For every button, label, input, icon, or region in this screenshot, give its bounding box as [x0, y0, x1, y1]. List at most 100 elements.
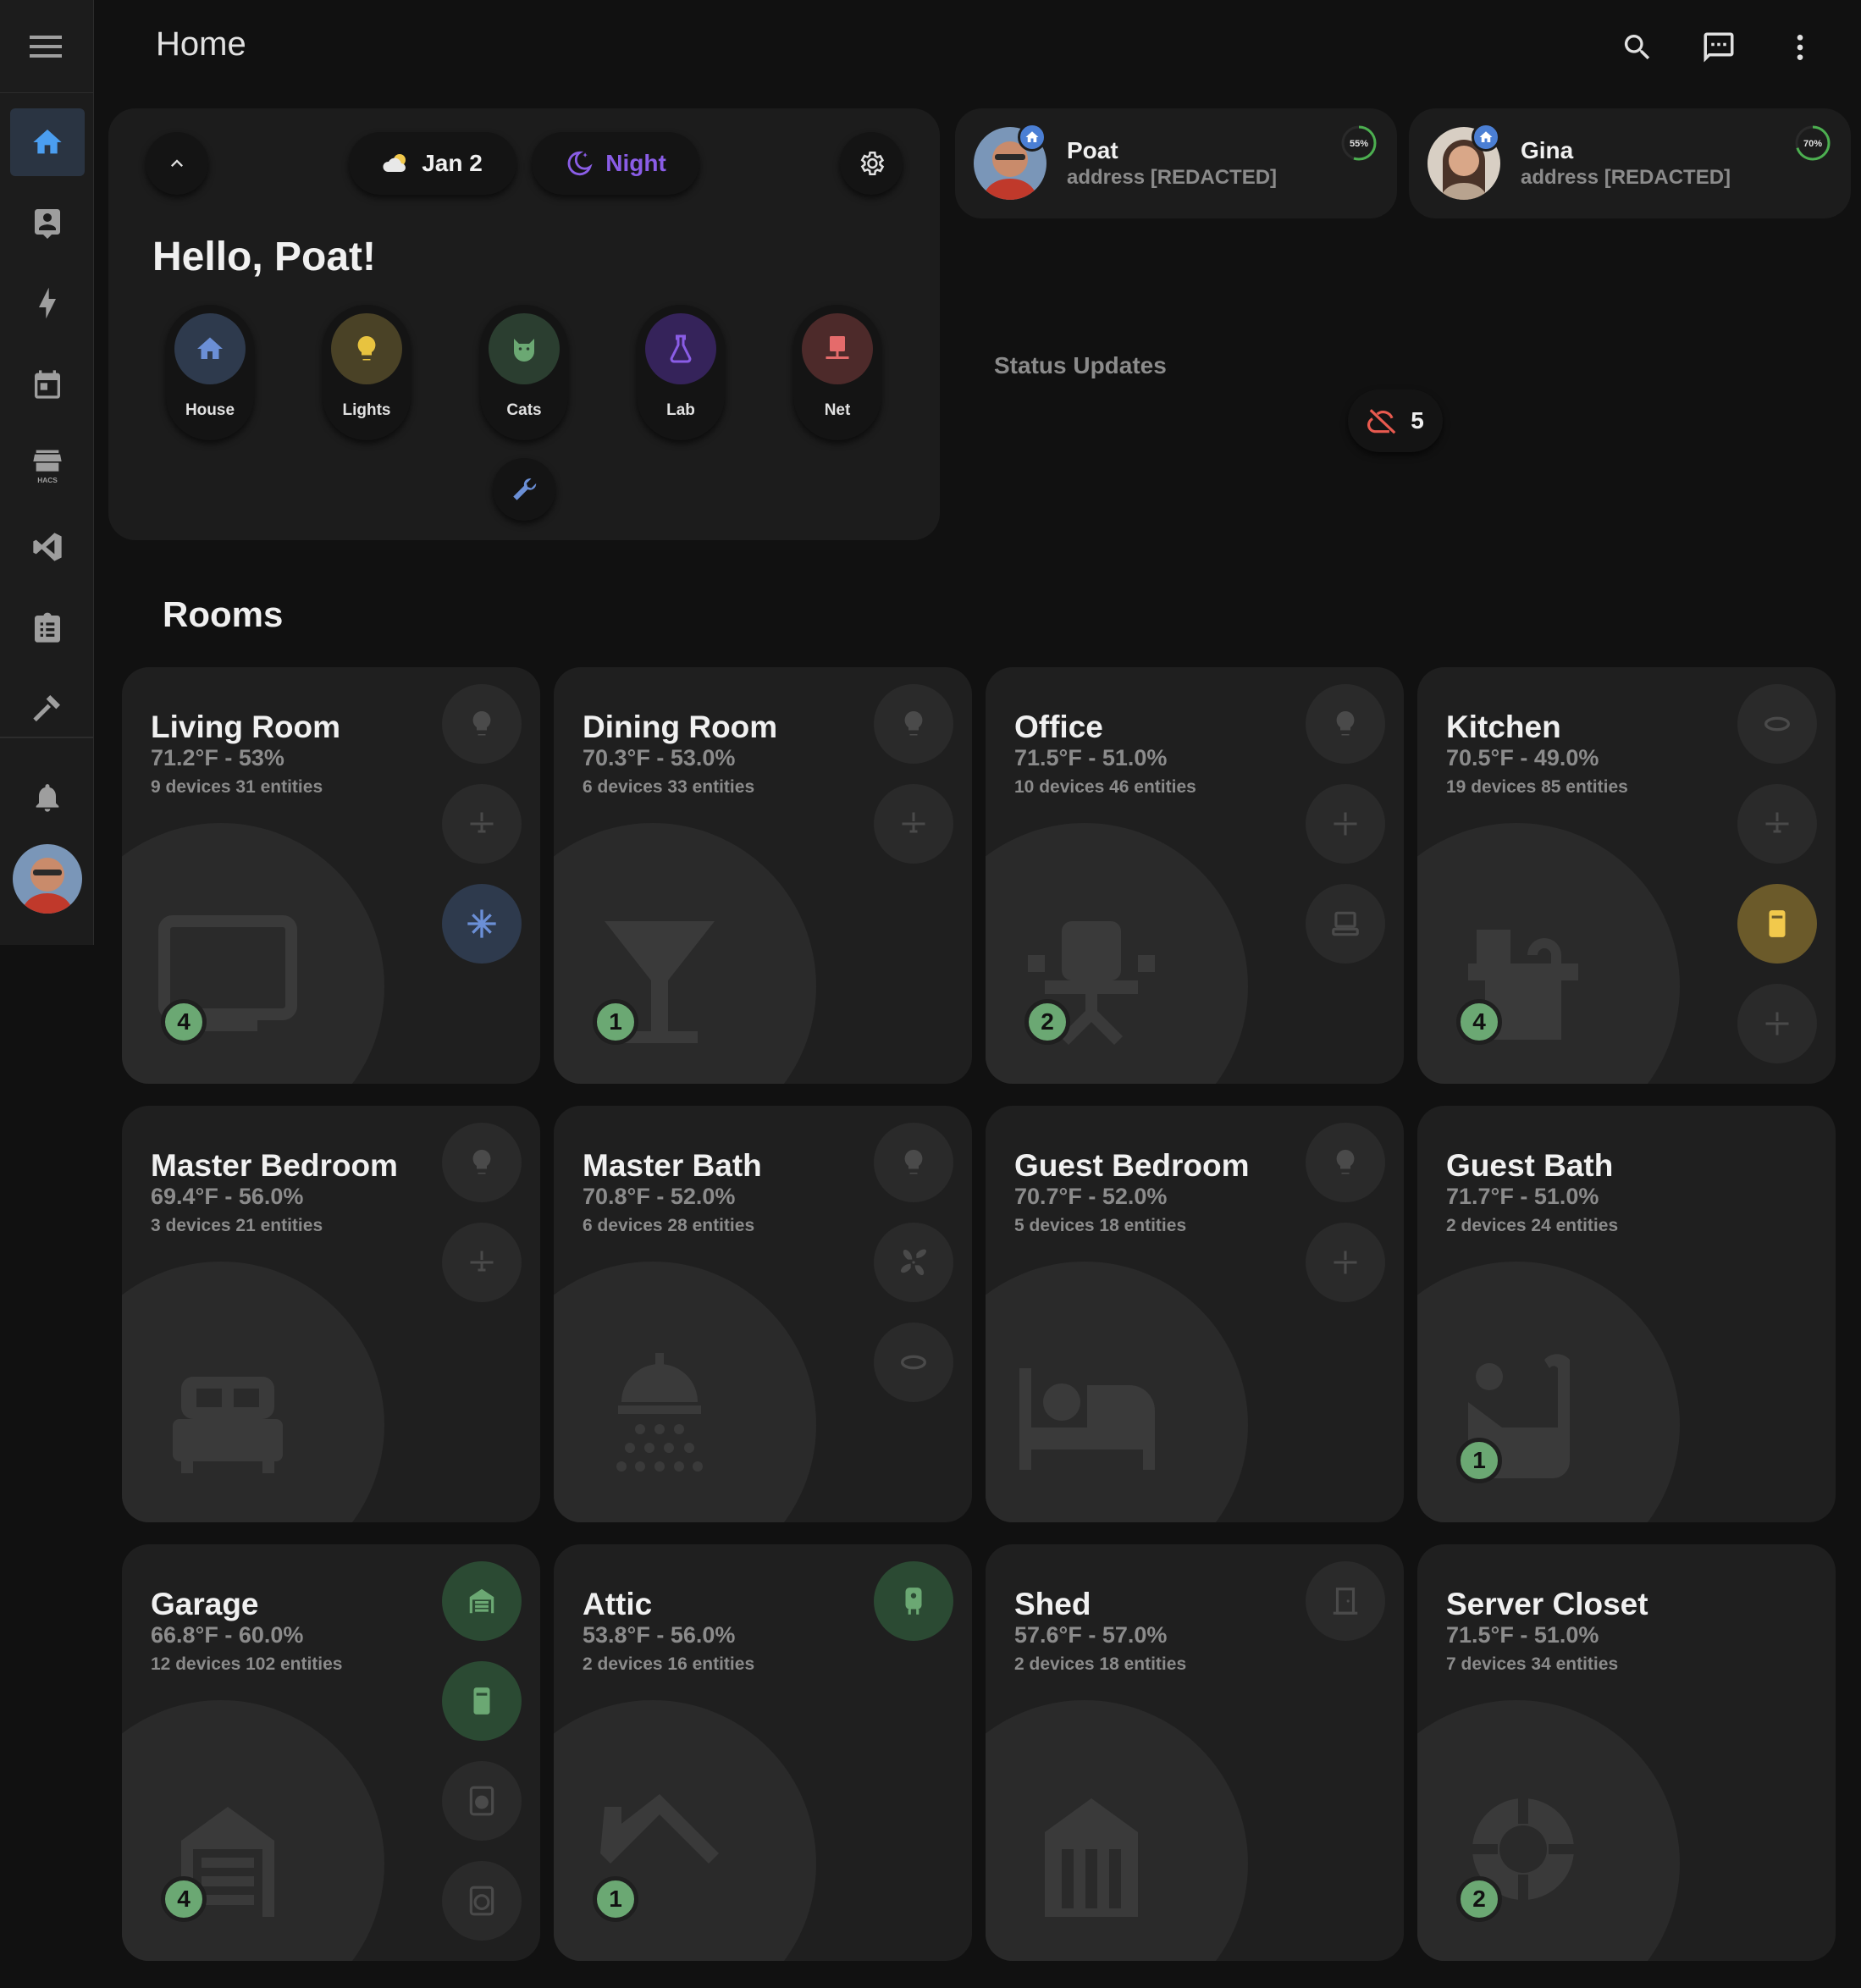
chip-cats[interactable]: Cats	[480, 305, 568, 440]
chip-label: Lights	[342, 401, 391, 419]
computer-toggle[interactable]	[1306, 884, 1385, 964]
search-button[interactable]	[1614, 24, 1661, 71]
avatar-icon	[13, 844, 82, 914]
ceiling-fan-toggle[interactable]	[1737, 784, 1817, 864]
more-vertical-icon	[1797, 35, 1803, 60]
garage-door-toggle[interactable]	[442, 1561, 522, 1641]
overflow-menu-button[interactable]	[1776, 24, 1824, 71]
room-name: Kitchen	[1446, 710, 1561, 744]
room-count-badge: 4	[161, 999, 207, 1045]
settings-button[interactable]	[840, 132, 903, 195]
fridge-icon	[1769, 910, 1786, 937]
sidebar-item-home[interactable]	[10, 108, 85, 176]
room-climate: 71.7°F - 51.0%	[1446, 1184, 1599, 1209]
store-icon: HACS	[33, 450, 62, 484]
room-climate: 70.5°F - 49.0%	[1446, 745, 1599, 770]
door-toggle[interactable]	[1306, 1561, 1385, 1641]
cloud-off-icon	[1367, 409, 1396, 434]
room-devices: 7 devices 34 entities	[1446, 1654, 1619, 1674]
room-card-office[interactable]: Office 71.5°F - 51.0% 10 devices 46 enti…	[986, 667, 1404, 1084]
recessed-light-icon	[901, 1355, 926, 1370]
sidebar-item-vscode[interactable]	[10, 513, 85, 581]
recessed-light-toggle[interactable]	[874, 1323, 953, 1402]
status-updates-pill[interactable]: 5	[1348, 389, 1443, 452]
room-card-attic[interactable]: Attic 53.8°F - 56.0% 2 devices 16 entiti…	[554, 1544, 972, 1961]
sidebar-item-developer-tools[interactable]	[10, 674, 85, 742]
light-toggle[interactable]	[1306, 1123, 1385, 1202]
room-card-dining-room[interactable]: Dining Room 70.3°F - 53.0% 6 devices 33 …	[554, 667, 972, 1084]
menu-icon	[30, 35, 62, 58]
water-heater-icon	[905, 1588, 922, 1615]
ceiling-fan-toggle[interactable]	[442, 1223, 522, 1302]
date-pill[interactable]: Jan 2	[349, 132, 516, 195]
lightbulb-icon	[472, 711, 491, 736]
light-toggle[interactable]	[442, 1123, 522, 1202]
person-card-poat[interactable]: Poat address [REDACTED] 55%	[955, 108, 1397, 218]
climate-toggle[interactable]	[442, 884, 522, 964]
room-card-garage[interactable]: Garage 66.8°F - 60.0% 12 devices 102 ent…	[122, 1544, 540, 1961]
light-toggle[interactable]	[874, 1123, 953, 1202]
home-badge	[1472, 123, 1500, 152]
sidebar-item-hacs[interactable]: HACS	[10, 432, 85, 500]
exhaust-fan-toggle[interactable]	[874, 1223, 953, 1302]
room-devices: 10 devices 46 entities	[1014, 777, 1196, 797]
chip-label: Lab	[666, 401, 695, 419]
chip-house[interactable]: House	[166, 305, 254, 440]
chat-icon	[1704, 32, 1734, 63]
person-name: Poat	[1067, 137, 1118, 163]
mode-pill[interactable]: Night	[532, 132, 699, 195]
room-card-master-bedroom[interactable]: Master Bedroom 69.4°F - 56.0% 3 devices …	[122, 1106, 540, 1522]
sidebar-item-energy[interactable]	[10, 269, 85, 337]
lightbulb-icon	[1336, 711, 1355, 736]
lightning-icon	[39, 287, 56, 319]
fridge-toggle[interactable]	[442, 1661, 522, 1741]
room-card-master-bath[interactable]: Master Bath 70.8°F - 52.0% 6 devices 28 …	[554, 1106, 972, 1522]
room-count-badge: 4	[161, 1876, 207, 1922]
water-heater-toggle[interactable]	[874, 1561, 953, 1641]
room-card-guest-bath[interactable]: Guest Bath 71.7°F - 51.0% 2 devices 24 e…	[1417, 1106, 1836, 1522]
fridge-toggle[interactable]	[1737, 884, 1817, 964]
chip-icon-bg	[174, 313, 246, 384]
chip-lights[interactable]: Lights	[323, 305, 411, 440]
collapse-button[interactable]	[146, 132, 208, 195]
room-card-living-room[interactable]: Living Room 71.2°F - 53% 9 devices 31 en…	[122, 667, 540, 1084]
fan-toggle[interactable]	[1737, 984, 1817, 1063]
room-card-kitchen[interactable]: Kitchen 70.5°F - 49.0% 19 devices 85 ent…	[1417, 667, 1836, 1084]
vacuum-button[interactable]	[493, 458, 555, 521]
menu-button[interactable]	[0, 0, 93, 93]
garage-door-icon	[469, 1588, 494, 1614]
room-card-shed[interactable]: Shed 57.6°F - 57.0% 2 devices 18 entitie…	[986, 1544, 1404, 1961]
ceiling-fan-light-icon	[1334, 1251, 1357, 1274]
ceiling-fan-toggle[interactable]	[442, 784, 522, 864]
room-name: Guest Bedroom	[1014, 1148, 1250, 1183]
room-climate: 71.5°F - 51.0%	[1014, 745, 1168, 770]
room-card-guest-bedroom[interactable]: Guest Bedroom 70.7°F - 52.0% 5 devices 1…	[986, 1106, 1404, 1522]
washer-toggle[interactable]	[442, 1761, 522, 1841]
sidebar-item-notifications[interactable]	[10, 764, 85, 831]
ceiling-fan-toggle[interactable]	[874, 784, 953, 864]
room-card-server-closet[interactable]: Server Closet 71.5°F - 51.0% 7 devices 3…	[1417, 1544, 1836, 1961]
sidebar-item-calendar[interactable]	[10, 351, 85, 418]
room-count-badge: 2	[1024, 999, 1070, 1045]
light-toggle[interactable]	[1306, 684, 1385, 764]
sidebar-item-people[interactable]	[10, 188, 85, 256]
chip-net[interactable]: Net	[793, 305, 881, 440]
chip-lab[interactable]: Lab	[637, 305, 725, 440]
light-toggle[interactable]	[874, 684, 953, 764]
bed-icon	[173, 1377, 283, 1473]
fan-toggle[interactable]	[1306, 784, 1385, 864]
fan-toggle[interactable]	[1306, 1223, 1385, 1302]
room-devices: 6 devices 28 entities	[583, 1216, 755, 1235]
clipboard-list-icon	[35, 612, 60, 643]
page-title: Home	[156, 25, 246, 63]
light-toggle[interactable]	[442, 684, 522, 764]
person-card-gina[interactable]: Gina address [REDACTED] 70%	[1409, 108, 1851, 218]
ceiling-fan-light-icon	[1334, 812, 1357, 836]
user-avatar[interactable]	[13, 844, 82, 914]
chip-icon-bg	[645, 313, 716, 384]
recessed-light-toggle[interactable]	[1737, 684, 1817, 764]
sidebar-item-todo[interactable]	[10, 594, 85, 662]
assist-button[interactable]	[1695, 24, 1742, 71]
dryer-toggle[interactable]	[442, 1861, 522, 1941]
cat-icon	[514, 339, 534, 362]
